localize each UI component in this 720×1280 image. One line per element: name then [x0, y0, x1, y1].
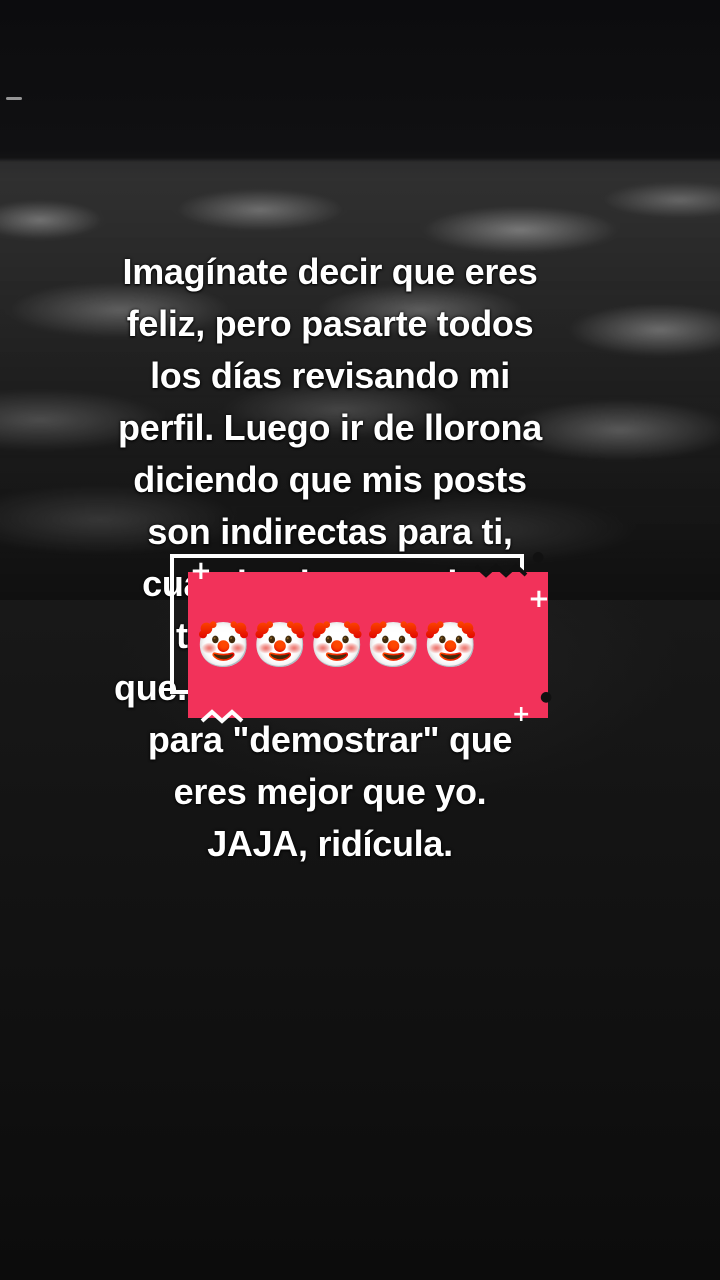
- clown-emoji-row: 🤡🤡🤡🤡🤡: [196, 620, 480, 671]
- plus-icon: +: [512, 702, 531, 727]
- caption-line: diciendo que mis posts: [133, 459, 527, 500]
- zigzag-icon: [200, 709, 244, 724]
- plus-icon: +: [190, 556, 212, 586]
- plus-icon: +: [528, 584, 550, 614]
- caption-line: los días revisando mi: [150, 355, 510, 396]
- clown-sticker: 🤡🤡🤡🤡🤡 + + + ● ●: [168, 548, 553, 727]
- caption-line: Imagínate decir que eres: [122, 251, 538, 292]
- caption-line: eres mejor que yo.: [173, 771, 487, 812]
- distant-light: [6, 97, 22, 100]
- zigzag-icon: [474, 563, 528, 578]
- caption-line: JAJA, ridícula.: [207, 823, 453, 864]
- caption-line: perfil. Luego ir de llorona: [118, 407, 542, 448]
- video-frame: Imagínate decir que eres feliz, pero pas…: [0, 0, 720, 1280]
- caption-line: feliz, pero pasarte todos: [126, 303, 534, 344]
- dot-icon: ●: [540, 689, 553, 705]
